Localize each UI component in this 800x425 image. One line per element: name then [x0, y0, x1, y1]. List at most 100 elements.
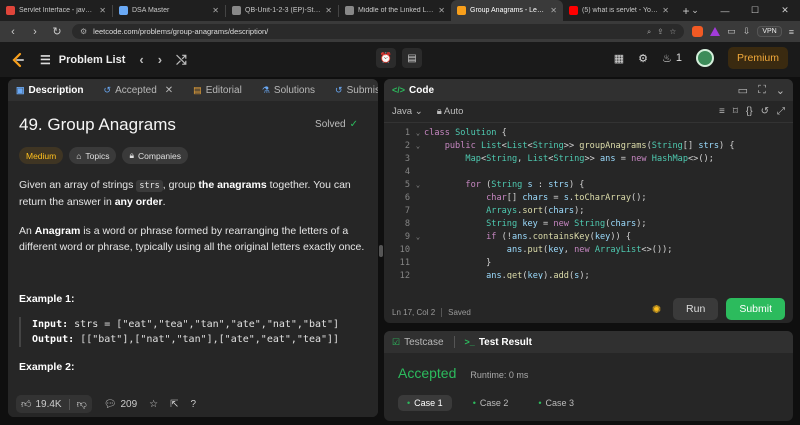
fold-chevron-icon[interactable]: ⌄ [412, 140, 424, 153]
close-icon[interactable]: ✕ [325, 6, 332, 15]
code-line[interactable]: 4 [384, 166, 793, 179]
sidebar-icon[interactable]: ▭ [727, 26, 736, 37]
zoom-icon[interactable]: ⌕ [647, 27, 651, 37]
rewards-icon[interactable] [710, 27, 721, 36]
run-button[interactable]: Run [673, 298, 719, 320]
code-line[interactable]: 7 Arrays.sort(chars); [384, 205, 793, 218]
site-info-icon[interactable]: ⚙ [80, 27, 87, 36]
braces-icon[interactable]: {} [746, 106, 753, 117]
tab-description[interactable]: ▣ Description [16, 85, 84, 96]
url-bar[interactable]: ⚙ leetcode.com/problems/group-anagrams/d… [72, 24, 685, 39]
leetcode-logo-icon[interactable] [10, 52, 26, 68]
comments-button[interactable]: 💬︎ 209 [104, 399, 137, 410]
reload-icon[interactable]: ↻ [50, 25, 64, 38]
code-line[interactable]: 5 ⌄ for (String s : strs) { [384, 179, 793, 192]
star-icon[interactable]: ☆ [149, 399, 158, 410]
case-tab[interactable]: • Case 1 [398, 395, 452, 411]
code-line[interactable]: 8 String key = new String(chars); [384, 218, 793, 231]
tab-accepted[interactable]: ↺ Accepted ✕ [104, 85, 174, 96]
share-icon[interactable]: ⇱ [170, 399, 178, 410]
browser-tab[interactable]: (5) what is servlet - YouTube✕ [563, 0, 675, 21]
thumbs-up-icon[interactable]: 👍︎ [21, 398, 31, 410]
help-icon[interactable]: ? [191, 399, 197, 410]
code-line[interactable]: 6 char[] chars = s.toCharArray(); [384, 192, 793, 205]
close-icon[interactable]: ✕ [165, 85, 173, 96]
difficulty-badge[interactable]: Medium [19, 147, 64, 164]
topics-chip[interactable]: ⌂ Topics [69, 147, 117, 164]
reset-icon[interactable]: ↺ [761, 106, 769, 117]
next-problem-icon[interactable]: › [158, 52, 162, 67]
chevron-down-icon[interactable]: ⌄ [680, 5, 710, 16]
code-line[interactable]: 9 ⌄ if (!ans.containsKey(key)) { [384, 231, 793, 244]
tab-editorial[interactable]: ▤ Editorial [193, 85, 242, 96]
menu-icon[interactable]: ≡ [789, 27, 794, 37]
code-line[interactable]: 12 ans.get(key).add(s); [384, 270, 793, 279]
code-line[interactable]: 10 ans.put(key, new ArrayList<>()); [384, 244, 793, 257]
vpn-button[interactable]: VPN [757, 26, 782, 37]
layout-icon[interactable]: ▦ [614, 52, 624, 65]
bookmark-icon[interactable]: ☆ [670, 27, 677, 36]
list-icon[interactable]: ☰ [40, 53, 51, 67]
streak-counter[interactable]: ♨ 1 [662, 52, 682, 65]
avatar[interactable] [695, 49, 714, 67]
maximize-icon[interactable]: ☐ [740, 5, 770, 16]
tab-testcase[interactable]: ☑ Testcase [392, 337, 444, 348]
tab-solutions[interactable]: ⚗ Solutions [262, 85, 315, 96]
format-icon[interactable]: ≡ [719, 106, 725, 117]
browser-tab[interactable]: Servlet Interface - javatpoint✕ [0, 0, 112, 21]
close-icon[interactable]: ✕ [212, 6, 219, 15]
close-icon[interactable]: ✕ [550, 6, 557, 15]
code-line[interactable]: 2 ⌄ public List<List<String>> groupAnagra… [384, 140, 793, 153]
case-tab[interactable]: • Case 3 [529, 395, 583, 411]
code-editor[interactable]: 1 ⌄ class Solution {2 ⌄ public List<List<St… [384, 123, 793, 279]
layout-icon[interactable]: ▭ [738, 84, 748, 97]
debug-icon[interactable]: ✺ [652, 303, 661, 316]
code-line[interactable]: 3 Map<String, List<String>> ans = new Ha… [384, 153, 793, 166]
share-icon[interactable]: ⇪ [657, 27, 663, 36]
prev-problem-icon[interactable]: ‹ [139, 52, 143, 67]
browser-tab[interactable]: Middle of the Linked List - Leet✕ [339, 0, 451, 21]
problem-list-link[interactable]: Problem List [59, 54, 126, 66]
forward-icon[interactable]: › [28, 26, 42, 38]
save-status: Saved [448, 307, 471, 317]
example-2-title: Example 2: [19, 361, 75, 373]
panel-resize-handle[interactable] [379, 245, 383, 257]
thumbs-down-icon[interactable]: 👎︎ [77, 398, 87, 410]
checkbox-icon: ☑ [392, 336, 401, 347]
chevron-down-icon[interactable]: ⌄ [776, 84, 785, 97]
browser-tab[interactable]: DSA Master ✕ [113, 0, 225, 21]
tab-test-result[interactable]: >_ Test Result [465, 337, 532, 348]
timer-icon[interactable]: ⏰ [376, 48, 396, 68]
close-icon[interactable]: ✕ [438, 6, 445, 15]
case-tab[interactable]: • Case 2 [464, 395, 518, 411]
shuffle-icon[interactable]: ⤭ [176, 52, 186, 68]
line-number: 3 [404, 154, 410, 164]
browser-tab[interactable]: QB-Unit-1-2-3 (EP)-Student[1]...✕ [226, 0, 338, 21]
fold-chevron-icon[interactable]: ⌄ [412, 179, 424, 192]
close-icon[interactable]: ✕ [99, 6, 106, 15]
tab-submissions[interactable]: ↺Submissions [335, 85, 378, 96]
settings-gear-icon[interactable]: ⚙ [638, 52, 648, 65]
test-result-panel: ☑ Testcase >_ Test Result Accepted Runtime… [384, 331, 793, 421]
close-window-icon[interactable]: ✕ [770, 5, 800, 16]
browser-tab-active[interactable]: Group Anagrams - LeetCode✕ [451, 0, 563, 21]
language-select[interactable]: Java ⌄ [392, 106, 423, 117]
back-icon[interactable]: ‹ [6, 26, 20, 38]
notes-icon[interactable]: ▤ [402, 48, 422, 68]
code-line[interactable]: 11 } [384, 257, 793, 270]
autocomplete-toggle[interactable]: 🔒︎ Auto [437, 106, 464, 117]
fold-chevron-icon[interactable]: ⌄ [412, 127, 424, 140]
downloads-icon[interactable]: ⇩ [743, 26, 751, 37]
bookmark-icon[interactable]: ⌑ [733, 106, 738, 117]
companies-chip[interactable]: 🔒︎ Companies [122, 147, 188, 164]
minimize-icon[interactable]: — [710, 6, 740, 16]
fold-chevron-icon[interactable]: ⌄ [412, 231, 424, 244]
submit-button[interactable]: Submit [726, 298, 785, 320]
close-icon[interactable]: ✕ [662, 6, 669, 15]
fullscreen-icon[interactable]: ⤢ [777, 106, 785, 117]
brave-shield-icon[interactable] [692, 26, 704, 37]
premium-button[interactable]: Premium [727, 47, 788, 69]
tab-code[interactable]: </> Code [392, 85, 434, 96]
code-line[interactable]: 1 ⌄ class Solution { [384, 127, 793, 140]
expand-icon[interactable]: ⛶ [758, 84, 766, 97]
